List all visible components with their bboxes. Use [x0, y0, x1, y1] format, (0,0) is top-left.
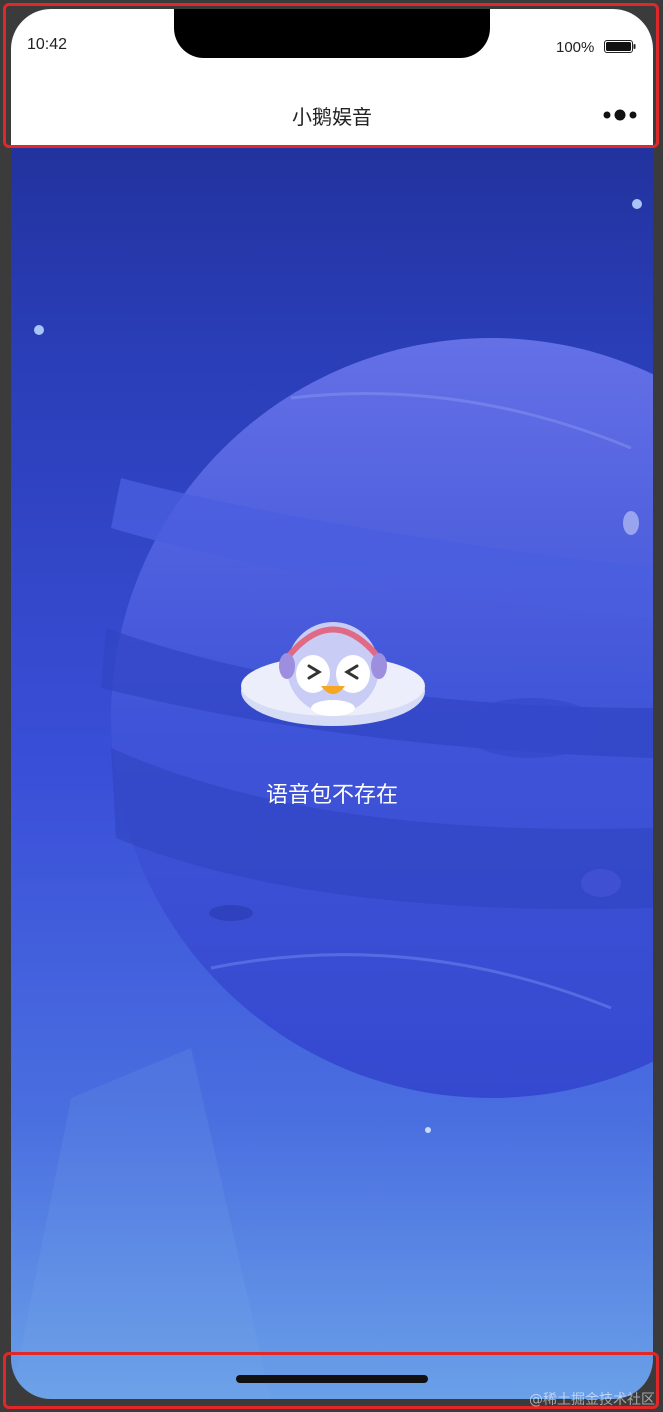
watermark: @稀土掘金技术社区: [529, 1392, 655, 1408]
device-frame: 语音包不存在 10:42 100% 小鹅娱音 @稀土掘金技术社区: [0, 0, 663, 1412]
screen: 语音包不存在 10:42 100% 小鹅娱音: [11, 9, 653, 1399]
empty-state-message: 语音包不存在: [265, 782, 398, 807]
planet-background: [11, 199, 653, 1399]
penguin-ufo-icon: [241, 622, 425, 726]
highlight-box-header: [3, 3, 659, 148]
